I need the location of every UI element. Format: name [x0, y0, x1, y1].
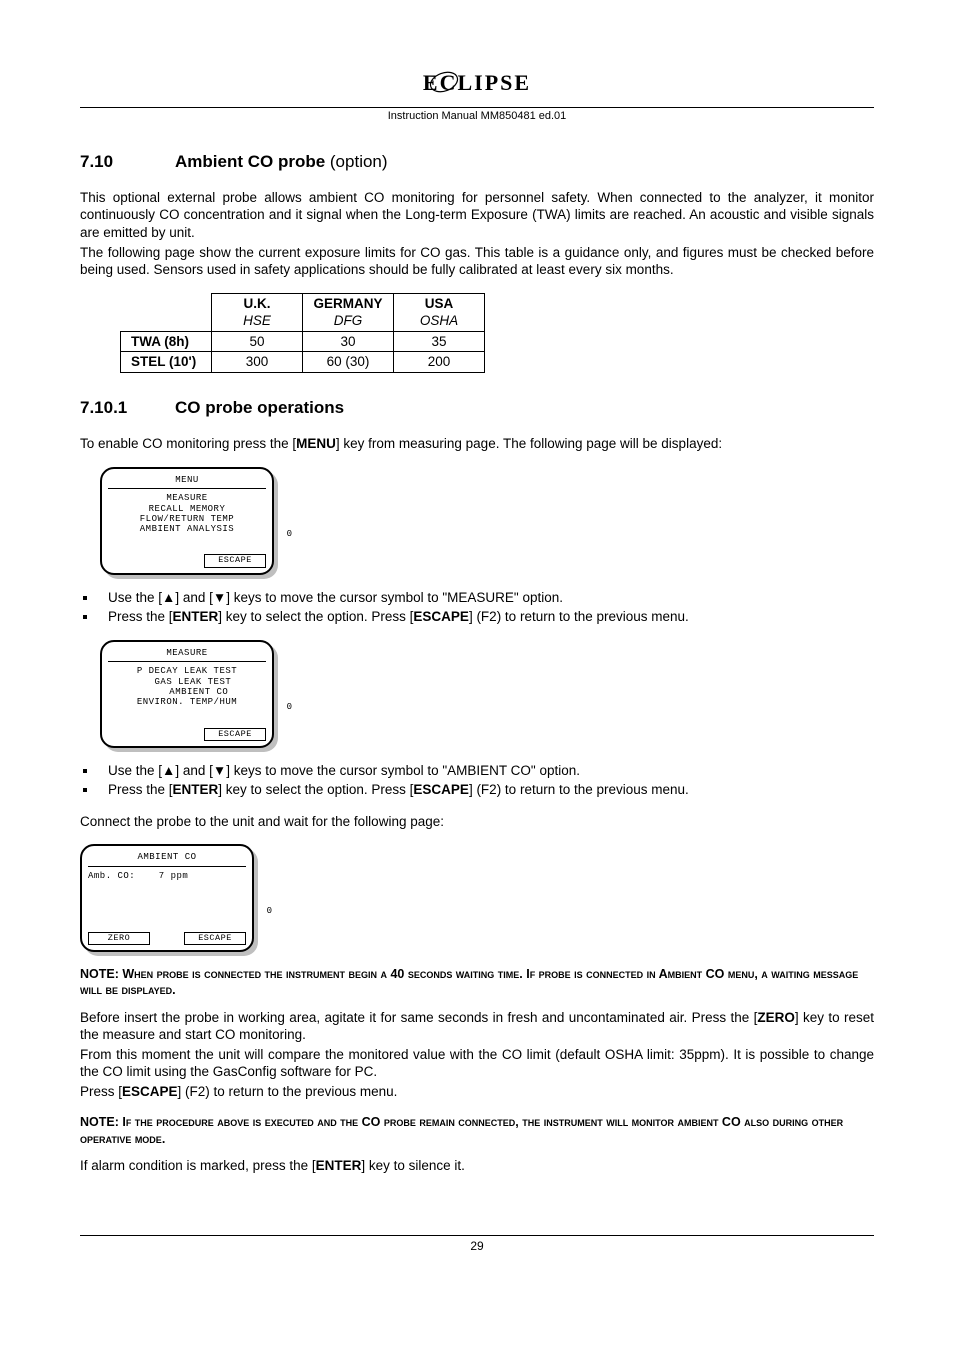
lcd-title: MENU: [108, 469, 266, 490]
table-row: TWA (8h) 50 30 35: [121, 331, 485, 352]
note-lead: NOTE:: [80, 1115, 122, 1129]
escape-instruction: Press [ESCAPE] (F2) to return to the pre…: [80, 1083, 874, 1101]
col-uk: U.K.HSE: [212, 293, 303, 331]
page-footer: 29: [80, 1235, 874, 1255]
menu-key: MENU: [296, 436, 336, 451]
eclipse-logo: ECLIPSE: [392, 70, 562, 98]
row-label-stel: STEL (10'): [121, 352, 212, 373]
lcd-side-marker: 0: [287, 529, 292, 541]
list-item: Use the [▲] and [▼] keys to move the cur…: [98, 589, 874, 607]
softkey-escape: ESCAPE: [204, 554, 266, 567]
intro-paragraph-2: The following page show the current expo…: [80, 244, 874, 279]
list-item: Press the [ENTER] key to select the opti…: [98, 608, 874, 626]
instruction-list-1: Use the [▲] and [▼] keys to move the cur…: [98, 589, 874, 626]
note-lead: NOTE:: [80, 967, 122, 981]
section-number: 7.10.1: [80, 397, 175, 419]
enter-key: ENTER: [173, 609, 219, 624]
lcd-title: MEASURE: [108, 642, 266, 663]
section-7-10-heading: 7.10Ambient CO probe (option): [80, 151, 874, 173]
softkey-escape: ESCAPE: [184, 932, 246, 945]
instruction-list-2: Use the [▲] and [▼] keys to move the cur…: [98, 762, 874, 799]
lcd-title: AMBIENT CO: [88, 846, 246, 867]
enter-key: ENTER: [173, 782, 219, 797]
enable-co-instruction: To enable CO monitoring press the [MENU]…: [80, 435, 874, 453]
list-item: Press the [ENTER] key to select the opti…: [98, 781, 874, 799]
zero-instruction: Before insert the probe in working area,…: [80, 1009, 874, 1044]
intro-paragraph-1: This optional external probe allows ambi…: [80, 189, 874, 242]
col-usa: USAOSHA: [394, 293, 485, 331]
lcd-body: MEASURE RECALL MEMORY FLOW/RETURN TEMP A…: [102, 489, 272, 538]
alarm-instruction: If alarm condition is marked, press the …: [80, 1157, 874, 1175]
row-label-twa: TWA (8h): [121, 331, 212, 352]
section-7-10-1-heading: 7.10.1CO probe operations: [80, 397, 874, 419]
lcd-screenshot-measure: MEASURE P DECAY LEAK TEST GAS LEAK TEST …: [100, 640, 290, 748]
connect-probe-instruction: Connect the probe to the unit and wait f…: [80, 813, 874, 831]
lcd-screenshot-menu: MENU MEASURE RECALL MEMORY FLOW/RETURN T…: [100, 467, 290, 575]
softkey-escape: ESCAPE: [204, 728, 266, 741]
lcd-screenshot-ambient-co: AMBIENT CO Amb. CO: 7 ppm ZERO ESCAPE 0: [80, 844, 270, 952]
page-header: ECLIPSE: [80, 70, 874, 103]
note-text: When probe is connected the instrument b…: [80, 967, 858, 997]
section-title-suffix: (option): [325, 152, 387, 171]
note-1: NOTE: When probe is connected the instru…: [80, 966, 874, 999]
escape-key: ESCAPE: [413, 782, 469, 797]
note-text: If the procedure above is executed and t…: [80, 1115, 843, 1145]
section-title: Ambient CO probe: [175, 152, 325, 171]
cell: 300: [212, 352, 303, 373]
cell: 200: [394, 352, 485, 373]
section-title: CO probe operations: [175, 398, 344, 417]
softkey-zero: ZERO: [88, 932, 150, 945]
list-item: Use the [▲] and [▼] keys to move the cur…: [98, 762, 874, 780]
lcd-body: Amb. CO: 7 ppm: [82, 867, 252, 885]
col-germany: GERMANYDFG: [303, 293, 394, 331]
page-number: 29: [470, 1239, 483, 1253]
note-2: NOTE: If the procedure above is executed…: [80, 1114, 874, 1147]
lcd-side-marker: 0: [287, 702, 292, 714]
escape-key: ESCAPE: [413, 609, 469, 624]
table-corner: [121, 293, 212, 331]
escape-key: ESCAPE: [122, 1084, 178, 1099]
zero-key: ZERO: [757, 1010, 795, 1025]
manual-id: Instruction Manual MM850481 ed.01: [80, 107, 874, 123]
enter-key: ENTER: [316, 1158, 362, 1173]
cell: 30: [303, 331, 394, 352]
table-row: STEL (10') 300 60 (30) 200: [121, 352, 485, 373]
cell: 50: [212, 331, 303, 352]
cell: 35: [394, 331, 485, 352]
limit-instruction: From this moment the unit will compare t…: [80, 1046, 874, 1081]
section-number: 7.10: [80, 151, 175, 173]
exposure-limits-table: U.K.HSE GERMANYDFG USAOSHA TWA (8h) 50 3…: [120, 293, 485, 373]
lcd-body: P DECAY LEAK TEST GAS LEAK TEST AMBIENT …: [102, 662, 272, 711]
cell: 60 (30): [303, 352, 394, 373]
lcd-side-marker: 0: [267, 906, 272, 918]
